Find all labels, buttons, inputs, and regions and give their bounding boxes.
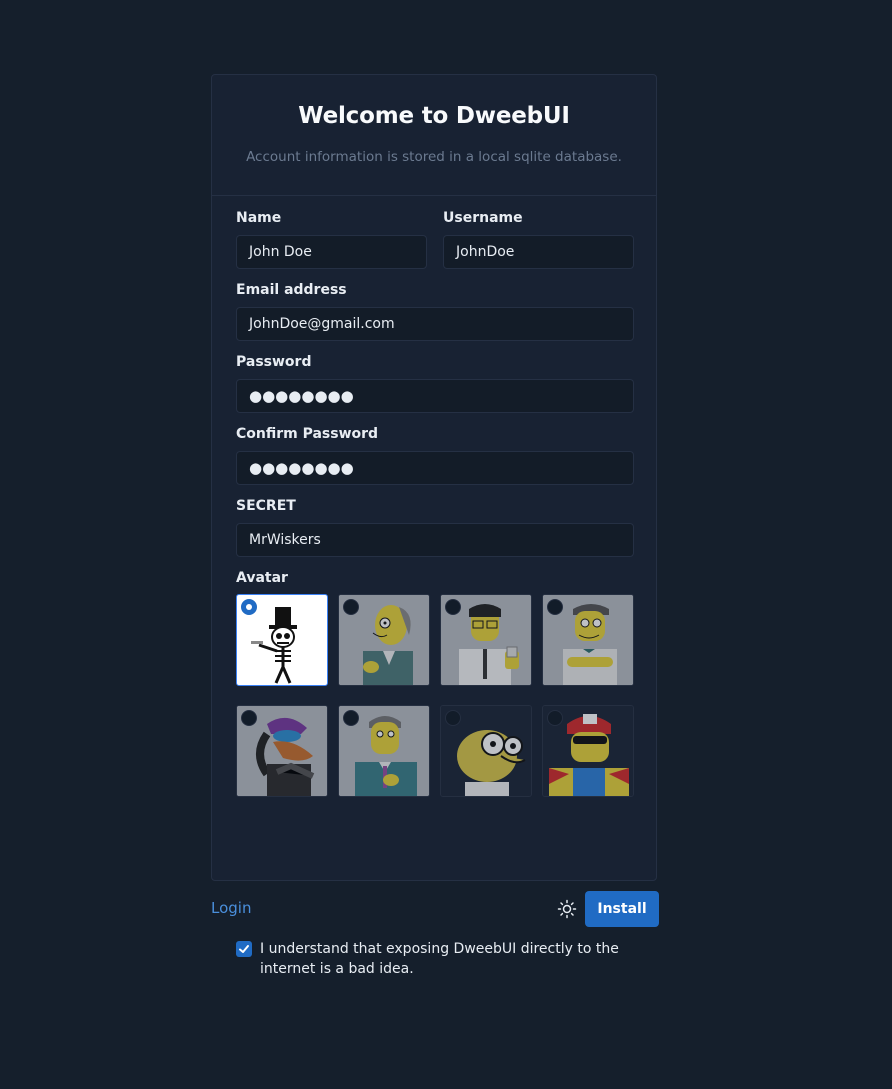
avatar-option-skeleton[interactable] [236, 594, 328, 686]
avatar-option-poochie[interactable] [236, 705, 328, 797]
confirm-password-input[interactable]: ●●●●●●●● [236, 451, 634, 485]
consent-checkbox[interactable] [236, 941, 252, 957]
email-label: Email address [236, 282, 347, 298]
avatar-radio[interactable] [547, 599, 563, 615]
avatar-radio[interactable] [343, 710, 359, 726]
avatar-option-skinner[interactable] [338, 705, 430, 797]
page-subtitle: Account information is stored in a local… [246, 149, 622, 165]
password-input[interactable]: ●●●●●●●● [236, 379, 634, 413]
password-label: Password [236, 354, 312, 370]
sun-icon[interactable] [557, 899, 577, 919]
name-label: Name [236, 210, 282, 226]
avatar-option-burns[interactable] [338, 594, 430, 686]
avatar-radio[interactable] [547, 710, 563, 726]
consent-label: I understand that exposing DweebUI direc… [260, 941, 619, 977]
avatar-option-moleman[interactable] [440, 705, 532, 797]
card-header: Welcome to DweebUI Account information i… [212, 75, 656, 196]
secret-label: SECRET [236, 498, 296, 514]
avatar-radio[interactable] [241, 710, 257, 726]
avatar-radio[interactable] [343, 599, 359, 615]
confirm-password-label: Confirm Password [236, 426, 379, 442]
avatar-radio-selected[interactable] [241, 599, 257, 615]
avatar-option-grimes[interactable] [440, 594, 532, 686]
secret-input[interactable]: MrWiskers [236, 523, 634, 557]
avatar-label: Avatar [236, 570, 288, 586]
install-card: Welcome to DweebUI Account information i… [211, 74, 657, 977]
avatar-option-duffman[interactable] [542, 705, 634, 797]
username-input[interactable]: JohnDoe [443, 235, 634, 269]
avatar-option-moe[interactable] [542, 594, 634, 686]
page-title: Welcome to DweebUI [298, 103, 570, 129]
email-input[interactable]: JohnDoe@gmail.com [236, 307, 634, 341]
avatar-radio[interactable] [445, 710, 461, 726]
name-input[interactable]: John Doe [236, 235, 427, 269]
username-label: Username [443, 210, 523, 226]
install-button[interactable]: Install [585, 891, 659, 927]
checkmark-icon [239, 945, 249, 953]
avatar-radio[interactable] [445, 599, 461, 615]
login-link[interactable]: Login [211, 899, 251, 917]
